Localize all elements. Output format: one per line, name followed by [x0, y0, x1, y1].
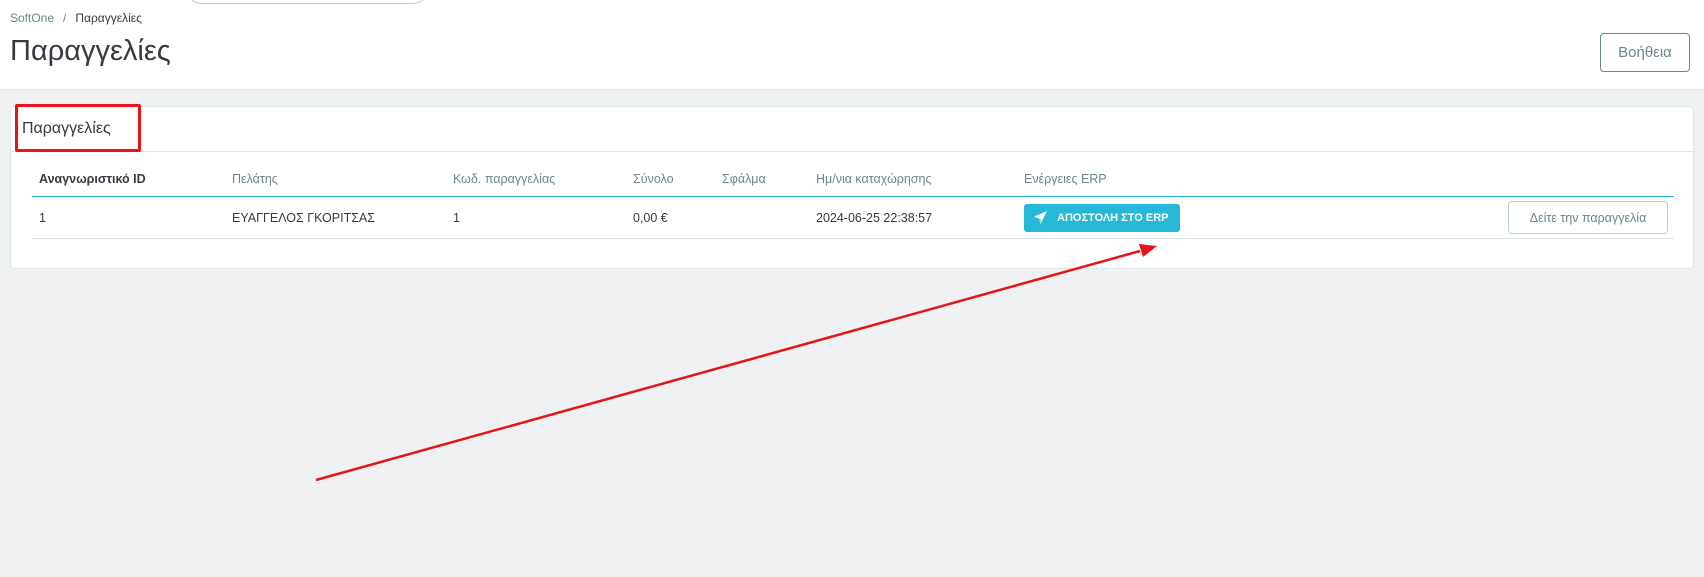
annotation-arrow — [315, 244, 1157, 482]
